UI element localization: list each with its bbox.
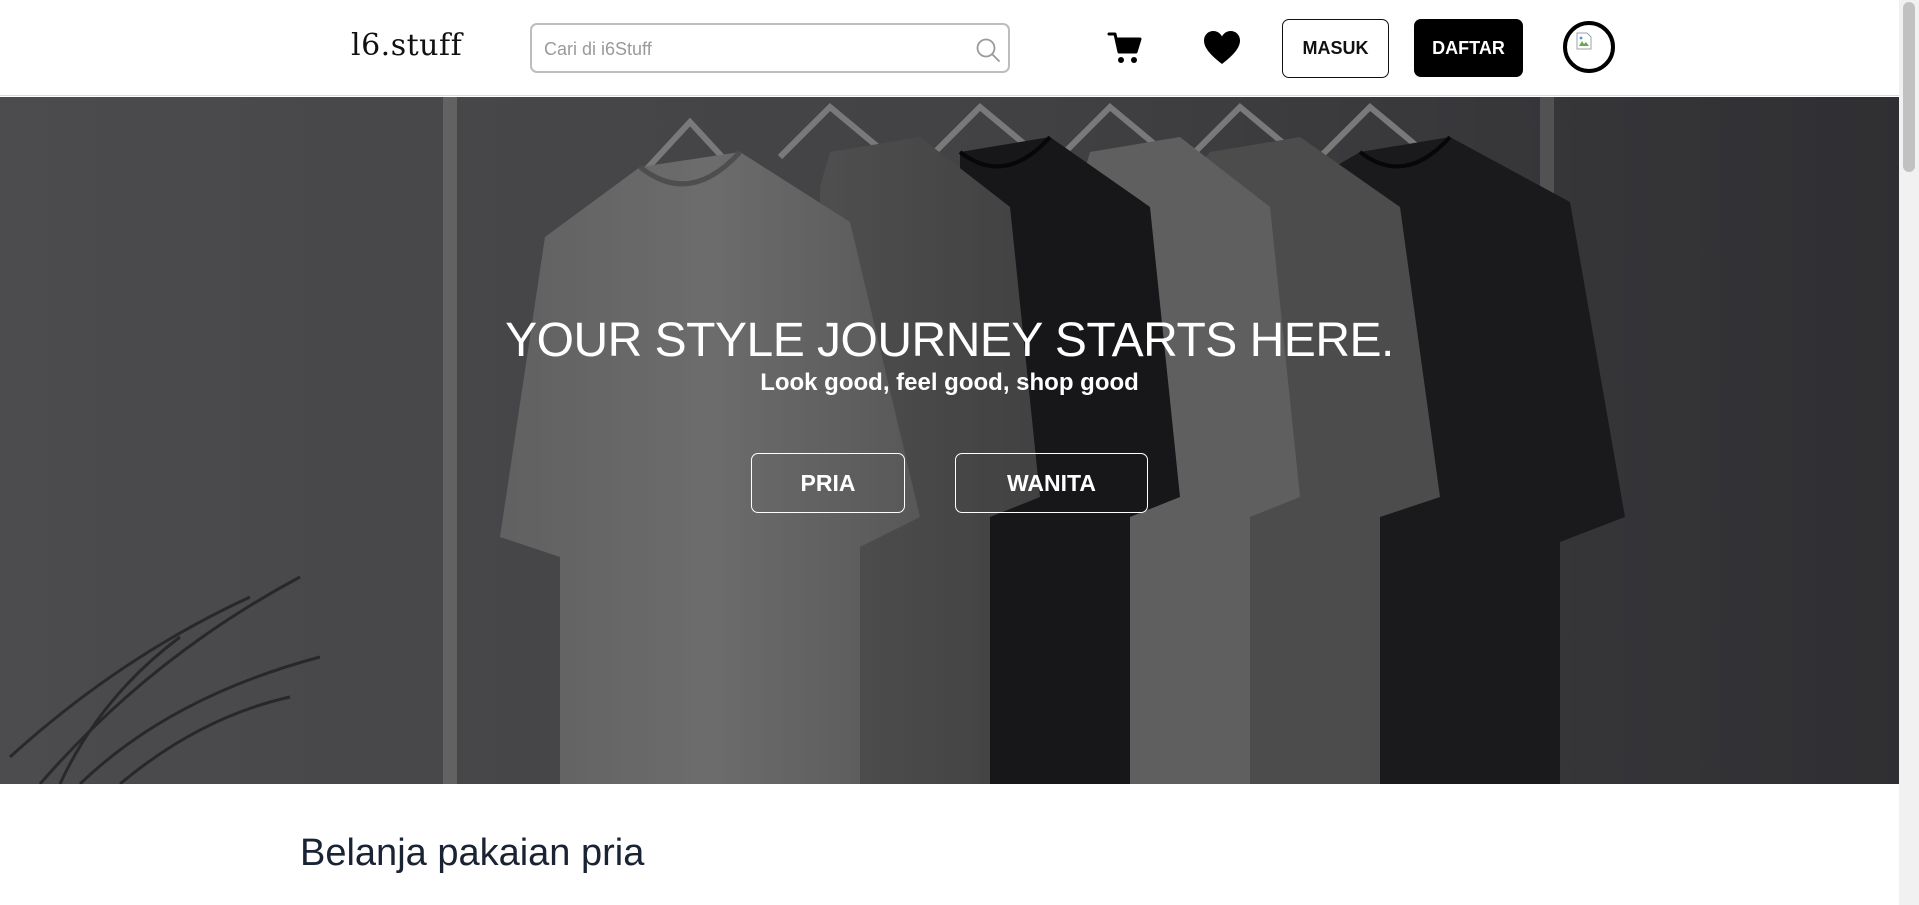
register-button[interactable]: DAFTAR	[1414, 19, 1523, 77]
search-icon[interactable]	[974, 36, 1002, 64]
site-logo[interactable]: l6.stuff	[351, 28, 462, 63]
cart-icon[interactable]	[1107, 30, 1143, 66]
page-scrollbar[interactable]	[1899, 0, 1919, 905]
avatar[interactable]	[1563, 21, 1615, 73]
hero-subtitle: Look good, feel good, shop good	[760, 369, 1139, 396]
hero-banner: YOUR STYLE JOURNEY STARTS HERE. Look goo…	[0, 97, 1899, 784]
search-input[interactable]	[542, 25, 946, 73]
section-title: Belanja pakaian pria	[300, 832, 645, 874]
shop-men-button[interactable]: PRIA	[751, 453, 905, 513]
broken-image-icon	[1576, 32, 1592, 50]
hero-overlay	[0, 97, 1899, 784]
scrollbar-thumb[interactable]	[1903, 2, 1915, 172]
hero-title: YOUR STYLE JOURNEY STARTS HERE.	[505, 314, 1394, 367]
shop-women-button[interactable]: WANITA	[955, 453, 1148, 513]
heart-icon[interactable]	[1203, 30, 1241, 66]
search-bar[interactable]	[530, 23, 1010, 73]
login-button[interactable]: MASUK	[1282, 19, 1389, 78]
site-header: l6.stuff MASUK DAFTAR	[0, 0, 1899, 96]
